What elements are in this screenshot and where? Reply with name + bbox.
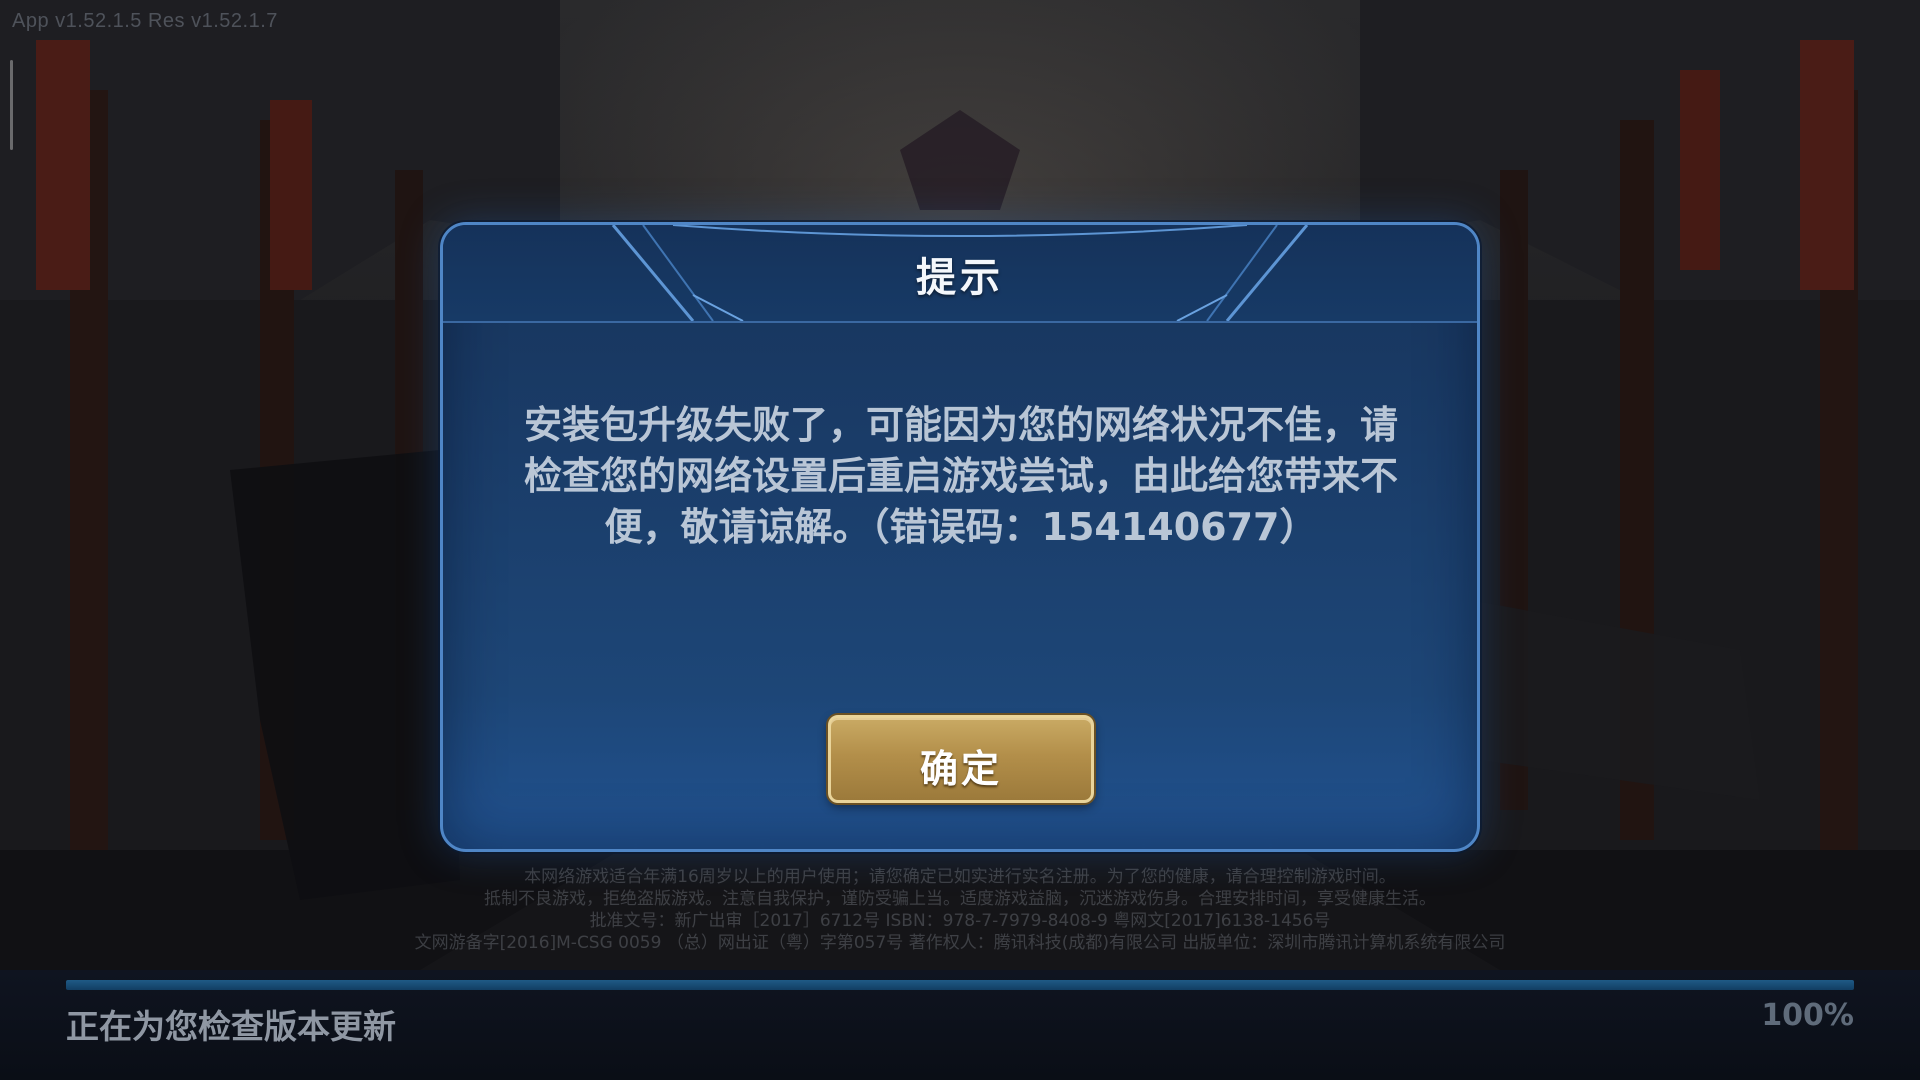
legal-line: 抵制不良游戏，拒绝盗版游戏。注意自我保护，谨防受骗上当。适度游戏益脑，沉迷游戏伤… [484,889,1436,909]
legal-line: 批准文号：新广出审［2017］6712号 ISBN：978-7-7979-840… [589,911,1331,931]
confirm-button-label: 确定 [919,747,1002,791]
progress-track [66,980,1854,990]
side-handle [10,60,13,150]
dialog-message: 安装包升级失败了，可能因为您的网络状况不佳，请检查您的网络设置后重启游戏尝试，由… [523,403,1398,549]
loading-status-text: 正在为您检查版本更新 [66,1007,396,1046]
version-label: App v1.52.1.5 Res v1.52.1.7 [12,10,278,32]
game-screen: App v1.52.1.5 Res v1.52.1.7 提示 安装包升级失败了，… [0,0,1920,1080]
loading-bar: 正在为您检查版本更新 100% [0,970,1920,1080]
dialog-title: 提示 [916,255,1004,301]
legal-notice: 本网络游戏适合年满16周岁以上的用户使用；请您确定已如实进行实名注册。为了您的健… [300,866,1620,954]
dialog-header: 提示 [443,225,1477,323]
progress-percent: 100% [1761,998,1854,1033]
progress-fill [66,980,1854,990]
alert-dialog: 提示 安装包升级失败了，可能因为您的网络状况不佳，请检查您的网络设置后重启游戏尝… [440,222,1480,852]
legal-line: 文网游备字[2016]M-CSG 0059 （总）网出证（粤）字第057号 著作… [414,933,1506,953]
legal-line: 本网络游戏适合年满16周岁以上的用户使用；请您确定已如实进行实名注册。为了您的健… [524,867,1396,887]
confirm-button[interactable]: 确定 [828,715,1094,803]
